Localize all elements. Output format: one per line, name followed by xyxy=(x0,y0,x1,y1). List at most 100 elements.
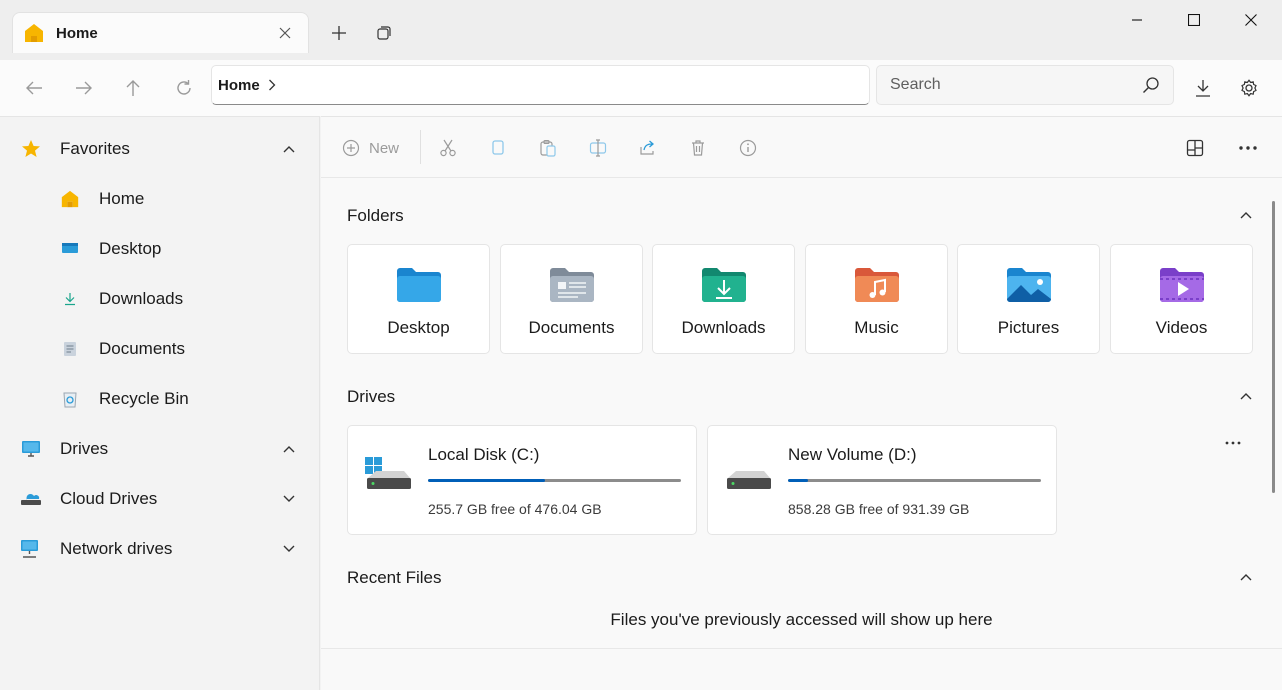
chevron-up-icon[interactable] xyxy=(1238,388,1254,404)
trash-icon xyxy=(692,140,704,156)
close-window-button[interactable] xyxy=(1228,4,1274,36)
folder-card-documents[interactable]: Documents xyxy=(500,244,643,354)
documents-folder-icon xyxy=(549,268,594,302)
sidebar-item-drives[interactable]: Drives xyxy=(20,429,108,469)
copy-icon xyxy=(492,140,504,155)
sidebar-item-recycle-bin[interactable]: Recycle Bin xyxy=(59,379,189,419)
breadcrumb-home[interactable]: Home xyxy=(218,77,260,94)
paste-button[interactable] xyxy=(539,135,557,161)
chevron-right-icon[interactable] xyxy=(268,79,276,91)
sidebar-item-downloads[interactable]: Downloads xyxy=(59,279,183,319)
address-row: Home Search xyxy=(0,60,1282,116)
section-title-folders: Folders xyxy=(347,206,404,225)
cloud-drive-icon xyxy=(20,488,42,510)
drive-usage-bar xyxy=(428,479,681,482)
toolbar-divider xyxy=(420,130,421,164)
info-icon xyxy=(739,139,757,157)
forward-button[interactable] xyxy=(68,72,100,104)
sidebar-item-label: Downloads xyxy=(99,289,184,308)
chevron-up-icon[interactable] xyxy=(281,141,297,157)
address-bar[interactable]: Home xyxy=(211,65,870,105)
folder-label: Pictures xyxy=(997,318,1060,337)
drive-card-c[interactable]: Local Disk (C:) 255.7 GB free of 476.04 … xyxy=(347,425,697,535)
new-tab-button[interactable] xyxy=(325,19,353,47)
folder-card-videos[interactable]: Videos xyxy=(1110,244,1253,354)
divider xyxy=(321,648,1282,649)
cut-button[interactable] xyxy=(439,135,457,161)
more-icon xyxy=(1239,146,1257,150)
up-button[interactable] xyxy=(117,72,149,104)
drive-icon xyxy=(727,471,771,489)
arrow-right-icon xyxy=(76,81,92,95)
vertical-scrollbar[interactable] xyxy=(1272,201,1275,493)
sidebar-item-home[interactable]: Home xyxy=(59,179,144,219)
chevron-up-icon[interactable] xyxy=(281,441,297,457)
section-title-recent: Recent Files xyxy=(347,568,442,587)
close-icon xyxy=(1245,14,1257,26)
sidebar-item-favorites[interactable]: Favorites xyxy=(20,129,130,169)
search-input[interactable]: Search xyxy=(876,65,1174,105)
layout-button[interactable] xyxy=(1186,135,1204,161)
copy-button[interactable] xyxy=(489,135,507,161)
sidebar-item-cloud-drives[interactable]: Cloud Drives xyxy=(20,479,157,519)
gear-icon xyxy=(1241,79,1257,97)
folder-card-downloads[interactable]: Downloads xyxy=(652,244,795,354)
rename-button[interactable] xyxy=(589,135,607,161)
more-options-button[interactable] xyxy=(1238,135,1258,161)
drive-card-d[interactable]: New Volume (D:) 858.28 GB free of 931.39… xyxy=(707,425,1057,535)
windows-drive-icon xyxy=(365,457,411,489)
folder-label: Videos xyxy=(1155,318,1208,337)
tab-title: Home xyxy=(56,24,98,42)
desktop-folder-icon xyxy=(396,268,441,302)
chevron-up-icon[interactable] xyxy=(1238,207,1254,223)
folder-card-desktop[interactable]: Desktop xyxy=(347,244,490,354)
sidebar-item-network-drives[interactable]: Network drives xyxy=(20,529,172,569)
properties-button[interactable] xyxy=(739,135,757,161)
more-icon xyxy=(1225,441,1241,445)
folder-label: Desktop xyxy=(387,318,450,337)
search-placeholder: Search xyxy=(890,76,941,93)
desktop-icon xyxy=(59,238,81,260)
search-icon[interactable] xyxy=(1142,76,1160,99)
command-bar: New xyxy=(321,117,1282,178)
folder-label: Downloads xyxy=(681,318,766,337)
downloads-button[interactable] xyxy=(1187,72,1219,104)
arrow-up-icon xyxy=(126,80,140,96)
drives-more-button[interactable] xyxy=(1223,435,1243,451)
sidebar: Favorites Home Desktop Downloads Documen… xyxy=(0,116,320,690)
sidebar-item-label: Network drives xyxy=(60,539,173,558)
minimize-button[interactable] xyxy=(1114,4,1160,36)
refresh-icon xyxy=(177,80,191,95)
sidebar-item-label: Desktop xyxy=(99,239,162,258)
network-icon xyxy=(20,538,42,560)
refresh-button[interactable] xyxy=(168,72,200,104)
clipboard-icon xyxy=(540,139,556,157)
rename-icon xyxy=(589,139,607,157)
title-bar: Home xyxy=(0,0,1282,60)
chevron-down-icon[interactable] xyxy=(281,541,297,557)
chevron-up-icon[interactable] xyxy=(1238,569,1254,585)
sidebar-item-label: Favorites xyxy=(60,139,130,158)
back-button[interactable] xyxy=(18,72,50,104)
folder-card-pictures[interactable]: Pictures xyxy=(957,244,1100,354)
home-icon xyxy=(23,22,45,44)
folder-card-music[interactable]: Music xyxy=(805,244,948,354)
documents-icon xyxy=(59,338,81,360)
maximize-button[interactable] xyxy=(1171,4,1217,36)
duplicate-tab-button[interactable] xyxy=(370,19,398,47)
settings-button[interactable] xyxy=(1233,72,1265,104)
section-title-drives: Drives xyxy=(347,387,396,406)
new-button[interactable]: New xyxy=(342,135,399,161)
arrow-left-icon xyxy=(26,81,42,95)
maximize-icon xyxy=(1188,14,1200,26)
sidebar-item-desktop[interactable]: Desktop xyxy=(59,229,161,269)
delete-button[interactable] xyxy=(689,135,707,161)
sidebar-item-label: Documents xyxy=(99,339,185,358)
close-tab-icon[interactable] xyxy=(276,24,294,42)
sidebar-item-documents[interactable]: Documents xyxy=(59,329,185,369)
chevron-down-icon[interactable] xyxy=(281,491,297,507)
recent-empty-message: Files you've previously accessed will sh… xyxy=(610,610,993,629)
tab-home[interactable]: Home xyxy=(12,12,309,53)
sidebar-item-label: Cloud Drives xyxy=(60,489,158,508)
share-button[interactable] xyxy=(639,135,657,161)
